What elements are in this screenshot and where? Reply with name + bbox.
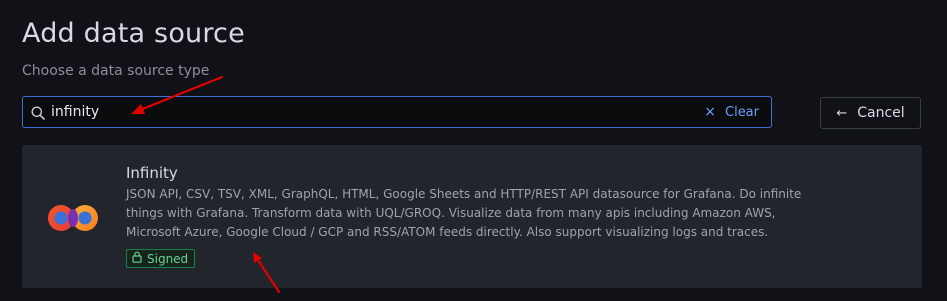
lock-icon: [132, 251, 142, 266]
datasource-card-infinity[interactable]: Infinity JSON API, CSV, TSV, XML, GraphQ…: [22, 145, 922, 288]
cancel-label: Cancel: [857, 105, 905, 121]
badge-label: Signed: [147, 251, 189, 266]
close-icon: ×: [704, 104, 716, 120]
clear-button[interactable]: × Clear: [704, 102, 759, 122]
arrow-left-icon: ←: [836, 105, 848, 121]
datasource-name: Infinity: [126, 164, 178, 182]
cancel-button[interactable]: ← Cancel: [820, 97, 921, 129]
search-box[interactable]: × Clear: [22, 96, 772, 128]
search-icon: [31, 105, 45, 120]
clear-label: Clear: [725, 104, 759, 120]
search-input[interactable]: [51, 101, 691, 123]
infinity-logo: [44, 198, 104, 242]
signed-badge: Signed: [126, 249, 196, 268]
page-title: Add data source: [22, 18, 245, 49]
page-subtitle: Choose a data source type: [22, 63, 210, 79]
datasource-description: JSON API, CSV, TSV, XML, GraphQL, HTML, …: [126, 187, 802, 239]
